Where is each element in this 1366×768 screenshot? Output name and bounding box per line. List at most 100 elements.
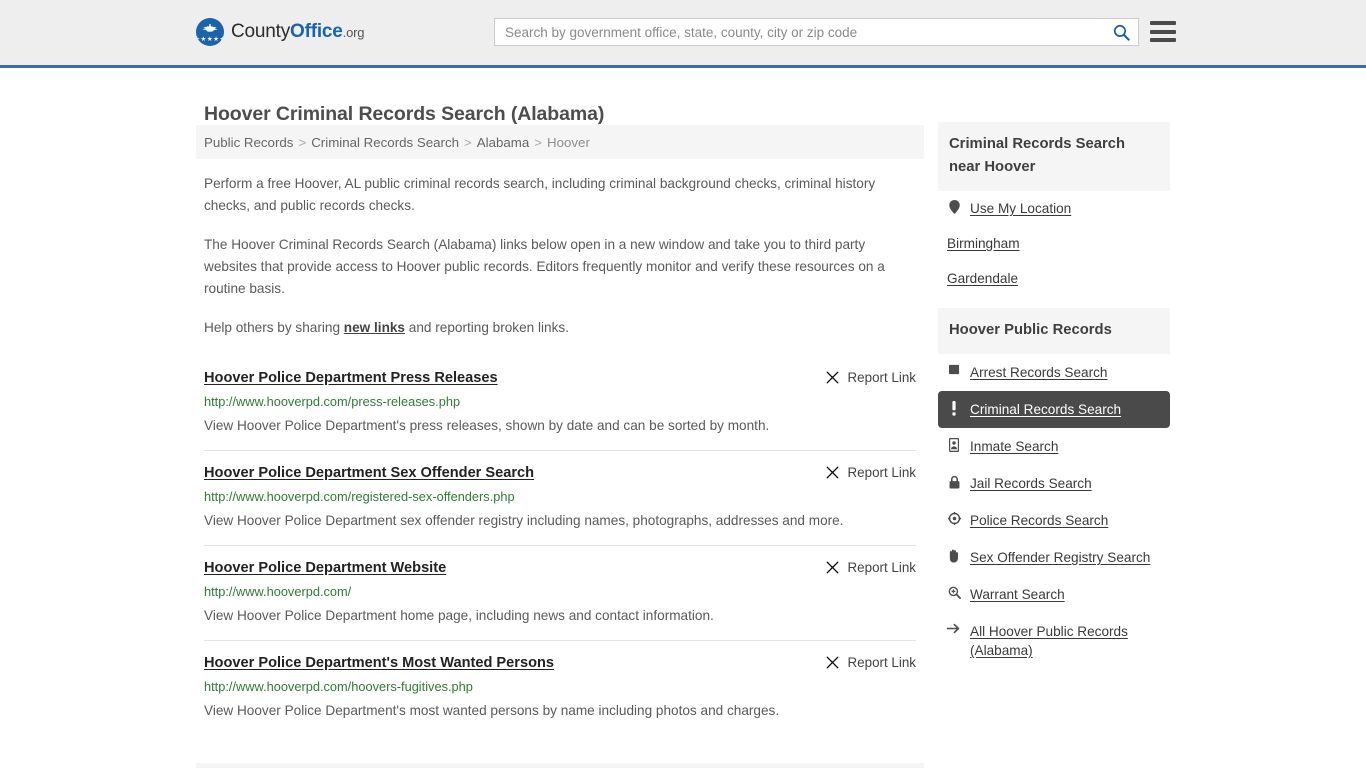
- record-link-description: View Hoover Police Department's most wan…: [204, 703, 780, 718]
- hamburger-bar-3: [1150, 38, 1176, 42]
- breadcrumb-item-criminal-records-search[interactable]: Criminal Records Search: [311, 135, 459, 150]
- record-link-url[interactable]: http://www.hooverpd.com/registered-sex-o…: [204, 488, 916, 505]
- breadcrumb: Public Records > Criminal Records Search…: [196, 125, 924, 159]
- page-title: Hoover Criminal Records Search (Alabama): [204, 103, 605, 126]
- find-records-section-header: Find Hoover Criminal Records: [196, 763, 924, 768]
- arrow-right-icon: [947, 623, 961, 634]
- report-link-label: Report Link: [847, 465, 916, 480]
- eagle-seal-icon: ★★★★★: [196, 18, 224, 46]
- sidebar-item-label[interactable]: Birmingham: [947, 234, 1020, 253]
- sidebar-item-label[interactable]: Inmate Search: [970, 437, 1058, 456]
- record-link-title[interactable]: Hoover Police Department Press Releases: [204, 369, 498, 387]
- sidebar-item-label[interactable]: Criminal Records Search: [970, 400, 1121, 419]
- sidebar-item-label[interactable]: Warrant Search: [970, 585, 1065, 604]
- broken-link-icon: [826, 561, 838, 574]
- sidebar-item-jail-records-search[interactable]: Jail Records Search: [938, 465, 1170, 502]
- handcuffs-icon: [947, 364, 961, 375]
- sidebar-item-label[interactable]: Jail Records Search: [970, 474, 1092, 493]
- police-badge-icon: [947, 512, 961, 525]
- breadcrumb-item-alabama[interactable]: Alabama: [477, 135, 529, 150]
- logo-wordmark: CountyOffice.org: [231, 21, 364, 43]
- report-link-label: Report Link: [847, 655, 916, 670]
- intro-paragraph-2: The Hoover Criminal Records Search (Alab…: [204, 237, 885, 296]
- list-item: Hoover Police Department Press Releases …: [204, 356, 916, 450]
- record-link-description: View Hoover Police Department home page,…: [204, 608, 714, 623]
- report-link-label: Report Link: [847, 560, 916, 575]
- sidebar-item-warrant-search[interactable]: Warrant Search: [938, 576, 1170, 613]
- id-badge-icon: [947, 438, 961, 452]
- sidebar-public-records-box: Hoover Public Records Arrest Records Sea…: [938, 308, 1170, 669]
- breadcrumb-separator: >: [298, 134, 307, 150]
- site-header: ★★★★★ CountyOffice.org: [0, 0, 1366, 68]
- sidebar-item-arrest-records-search[interactable]: Arrest Records Search: [938, 354, 1170, 391]
- sidebar-item-label[interactable]: Arrest Records Search: [970, 363, 1108, 382]
- sidebar-item-birmingham[interactable]: Birmingham: [938, 226, 1170, 261]
- breadcrumb-item-hoover: Hoover: [547, 134, 590, 150]
- intro-paragraph-help: Help others by sharing new links and rep…: [204, 317, 916, 339]
- record-links-list: Hoover Police Department Press Releases …: [196, 356, 924, 735]
- sidebar-item-police-records-search[interactable]: Police Records Search: [938, 502, 1170, 539]
- sidebar-item-all-hoover-public-records[interactable]: All Hoover Public Records (Alabama): [938, 613, 1170, 669]
- broken-link-icon: [826, 371, 838, 384]
- help-prefix: Help others by sharing: [204, 320, 344, 335]
- logo-stars: ★★★★★: [196, 35, 224, 43]
- breadcrumb-item-public-records[interactable]: Public Records: [204, 135, 293, 150]
- list-item: Hoover Police Department's Most Wanted P…: [204, 640, 916, 735]
- sidebar-nearby-heading: Criminal Records Search near Hoover: [938, 122, 1170, 191]
- sidebar-item-label[interactable]: Use My Location: [970, 199, 1071, 218]
- sidebar-item-use-my-location[interactable]: Use My Location: [938, 191, 1170, 226]
- report-link-label: Report Link: [847, 370, 916, 385]
- sidebar-item-sex-offender-registry-search[interactable]: Sex Offender Registry Search: [938, 539, 1170, 576]
- new-links-link[interactable]: new links: [344, 320, 405, 335]
- list-item: Hoover Police Department Website Report …: [204, 545, 916, 640]
- sidebar-public-records-heading: Hoover Public Records: [938, 308, 1170, 354]
- hamburger-bar-2: [1150, 29, 1176, 34]
- exclamation-icon: [947, 401, 961, 416]
- hamburger-bar-1: [1150, 21, 1176, 25]
- report-link-button[interactable]: Report Link: [825, 370, 916, 385]
- site-logo[interactable]: ★★★★★ CountyOffice.org: [196, 18, 364, 46]
- breadcrumb-separator: >: [534, 134, 543, 150]
- sidebar: Criminal Records Search near Hoover Use …: [938, 122, 1170, 669]
- record-link-title[interactable]: Hoover Police Department Website: [204, 559, 446, 577]
- record-link-title[interactable]: Hoover Police Department's Most Wanted P…: [204, 654, 554, 672]
- search-button[interactable]: [1104, 19, 1138, 45]
- sidebar-nearby-box: Criminal Records Search near Hoover Use …: [938, 122, 1170, 296]
- record-link-url[interactable]: http://www.hooverpd.com/press-releases.p…: [204, 393, 916, 410]
- help-suffix: and reporting broken links.: [405, 320, 569, 335]
- record-link-description: View Hoover Police Department's press re…: [204, 418, 770, 433]
- sidebar-nearby-list: Use My Location Birmingham Gardendale: [938, 191, 1170, 296]
- main-content: Public Records > Criminal Records Search…: [196, 125, 924, 768]
- intro-text: Perform a free Hoover, AL public crimina…: [196, 173, 924, 339]
- report-link-button[interactable]: Report Link: [825, 465, 916, 480]
- sidebar-public-records-list: Arrest Records Search Criminal Records S…: [938, 354, 1170, 669]
- search-icon: [1113, 24, 1130, 41]
- report-link-button[interactable]: Report Link: [825, 560, 916, 575]
- hamburger-menu-icon[interactable]: [1150, 19, 1176, 44]
- report-link-button[interactable]: Report Link: [825, 655, 916, 670]
- map-pin-icon: [947, 200, 961, 214]
- broken-link-icon: [826, 466, 838, 479]
- hand-icon: [947, 549, 961, 563]
- logo-text-org: .org: [342, 25, 365, 40]
- magnifier-plus-icon: [947, 586, 961, 599]
- record-link-url[interactable]: http://www.hooverpd.com/: [204, 583, 916, 600]
- lock-icon: [947, 475, 961, 489]
- intro-paragraph-1: Perform a free Hoover, AL public crimina…: [204, 176, 876, 213]
- search-bar[interactable]: [494, 18, 1139, 46]
- sidebar-item-label[interactable]: Sex Offender Registry Search: [970, 548, 1150, 567]
- search-input[interactable]: [495, 19, 1104, 45]
- sidebar-item-inmate-search[interactable]: Inmate Search: [938, 428, 1170, 465]
- sidebar-item-label[interactable]: Gardendale: [947, 269, 1018, 288]
- breadcrumb-separator: >: [464, 134, 472, 150]
- logo-text-office: Office: [290, 21, 343, 42]
- sidebar-item-label[interactable]: All Hoover Public Records (Alabama): [970, 622, 1160, 660]
- record-link-title[interactable]: Hoover Police Department Sex Offender Se…: [204, 464, 534, 482]
- logo-text-county: County: [231, 21, 291, 42]
- sidebar-item-criminal-records-search[interactable]: Criminal Records Search: [938, 391, 1170, 428]
- sidebar-item-label[interactable]: Police Records Search: [970, 511, 1108, 530]
- sidebar-item-gardendale[interactable]: Gardendale: [938, 261, 1170, 296]
- record-link-url[interactable]: http://www.hooverpd.com/hoovers-fugitive…: [204, 678, 916, 695]
- broken-link-icon: [826, 656, 838, 669]
